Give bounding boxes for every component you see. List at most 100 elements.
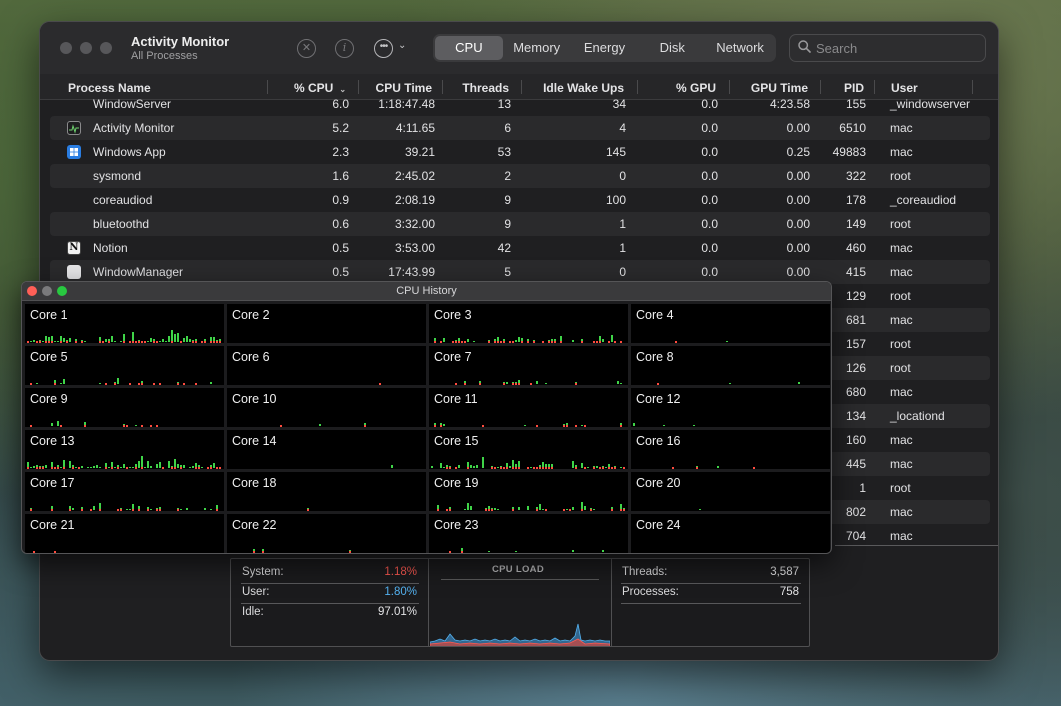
core-13-graph: Core 13 — [25, 430, 224, 469]
core-user-bar — [99, 467, 101, 468]
gpu-time: 0.00 — [786, 217, 810, 231]
close-window-button[interactable] — [60, 42, 72, 54]
idle-wake-ups: 4 — [619, 121, 626, 135]
user: root — [890, 481, 911, 495]
core-system-bar — [485, 509, 487, 511]
core-system-bar — [141, 425, 143, 427]
core-activity-bars — [437, 502, 625, 511]
core-system-bar — [491, 509, 493, 511]
core-activity-bars — [391, 465, 393, 468]
tab-memory[interactable]: Memory — [503, 36, 571, 60]
user: root — [890, 289, 911, 303]
activity-monitor-icon — [67, 121, 81, 135]
core-user-bar — [542, 509, 544, 510]
core-user-bar — [60, 383, 62, 384]
user: root — [890, 337, 911, 351]
pid: 134 — [845, 409, 866, 423]
table-row[interactable]: bluetoothd 0.6 3:32.00 9 1 0.0 0.00 149 … — [50, 212, 990, 236]
core-system-bar — [201, 341, 203, 343]
core-system-bar — [192, 341, 194, 343]
ellipsis-icon[interactable]: ••• — [374, 39, 393, 58]
column-divider[interactable] — [972, 80, 973, 94]
col-pid[interactable]: PID — [844, 81, 864, 95]
col-process-name[interactable]: Process Name — [68, 81, 151, 95]
minimize-window-button[interactable] — [80, 42, 92, 54]
col-user[interactable]: User — [891, 81, 918, 95]
column-divider[interactable] — [267, 80, 268, 94]
table-row[interactable]: WindowServer 6.0 1:18:47.48 13 34 0.0 4:… — [50, 98, 990, 116]
core-system-bar — [48, 341, 50, 343]
column-divider[interactable] — [521, 80, 522, 94]
tab-disk[interactable]: Disk — [638, 36, 706, 60]
core-system-bar — [108, 341, 110, 343]
col-gpu-time[interactable]: GPU Time — [751, 81, 808, 95]
table-row[interactable]: sysmond 1.6 2:45.02 2 0 0.0 0.00 322 roo… — [50, 164, 990, 188]
core-user-bar — [180, 509, 182, 510]
stop-icon[interactable]: ✕ — [297, 39, 316, 58]
table-row[interactable]: coreaudiod 0.9 2:08.19 9 100 0.0 0.00 17… — [50, 188, 990, 212]
column-divider[interactable] — [637, 80, 638, 94]
column-divider[interactable] — [442, 80, 443, 94]
core-system-bar — [39, 467, 41, 469]
core-system-bar — [42, 467, 44, 469]
column-divider[interactable] — [874, 80, 875, 94]
tab-energy[interactable]: Energy — [571, 36, 639, 60]
zoom-window-button[interactable] — [100, 42, 112, 54]
core-user-bar — [57, 421, 59, 426]
col-gpu-percent[interactable]: % GPU — [676, 81, 716, 95]
core-user-bar — [506, 382, 508, 384]
core-user-bar — [132, 467, 134, 468]
row-divider — [241, 603, 419, 604]
tab-cpu[interactable]: CPU — [435, 36, 503, 60]
core-user-bar — [99, 383, 101, 384]
chevron-down-icon[interactable]: ⌄ — [398, 40, 406, 51]
info-icon[interactable]: i — [335, 39, 354, 58]
core-system-bar — [117, 509, 119, 511]
core-label: Core 12 — [636, 392, 681, 406]
core-system-bar — [307, 509, 309, 511]
core-user-bar — [132, 332, 134, 342]
core-user-bar — [135, 425, 137, 426]
core-user-bar — [90, 467, 92, 468]
core-user-bar — [663, 425, 665, 426]
core-system-bar — [132, 341, 134, 343]
core-user-bar — [123, 464, 125, 468]
table-row[interactable]: Activity Monitor 5.2 4:11.65 6 4 0.0 0.0… — [50, 116, 990, 140]
core-system-bar — [66, 341, 68, 343]
core-system-bar — [147, 509, 149, 511]
core-system-bar — [452, 341, 454, 343]
core-system-bar — [503, 383, 505, 385]
column-divider[interactable] — [358, 80, 359, 94]
core-system-bar — [461, 341, 463, 343]
search-input[interactable] — [816, 39, 976, 57]
core-activity-bars — [431, 457, 625, 469]
table-row[interactable]: N Notion 0.5 3:53.00 42 1 0.0 0.00 460 m… — [50, 236, 990, 260]
core-user-bar — [497, 467, 499, 468]
core-system-bar — [512, 341, 514, 343]
core-user-bar — [581, 425, 583, 426]
col-cpu-time[interactable]: CPU Time — [376, 81, 432, 95]
core-user-bar — [138, 461, 140, 468]
core-user-bar — [93, 466, 95, 468]
core-system-bar — [138, 341, 140, 343]
table-row[interactable]: Windows App 2.3 39.21 53 145 0.0 0.25 49… — [50, 140, 990, 164]
core-system-bar — [539, 467, 541, 469]
col-threads[interactable]: Threads — [462, 81, 509, 95]
column-divider[interactable] — [820, 80, 821, 94]
search-field[interactable] — [789, 34, 986, 62]
core-system-bar — [81, 509, 83, 511]
pid: 126 — [845, 361, 866, 375]
core-system-bar — [159, 383, 161, 385]
core-system-bar — [446, 467, 448, 469]
core-user-bar — [518, 461, 520, 468]
col-cpu-percent[interactable]: % CPU ⌄ — [294, 81, 346, 95]
cpu-history-titlebar[interactable]: CPU History — [22, 282, 831, 301]
core-system-bar — [123, 341, 125, 343]
pid: 322 — [845, 169, 866, 183]
col-idle-wake-ups[interactable]: Idle Wake Ups — [543, 81, 624, 95]
column-divider[interactable] — [729, 80, 730, 94]
tab-network[interactable]: Network — [706, 36, 774, 60]
core-user-bar — [30, 341, 32, 342]
core-system-bar — [464, 383, 466, 385]
core-label: Core 11 — [434, 392, 478, 406]
